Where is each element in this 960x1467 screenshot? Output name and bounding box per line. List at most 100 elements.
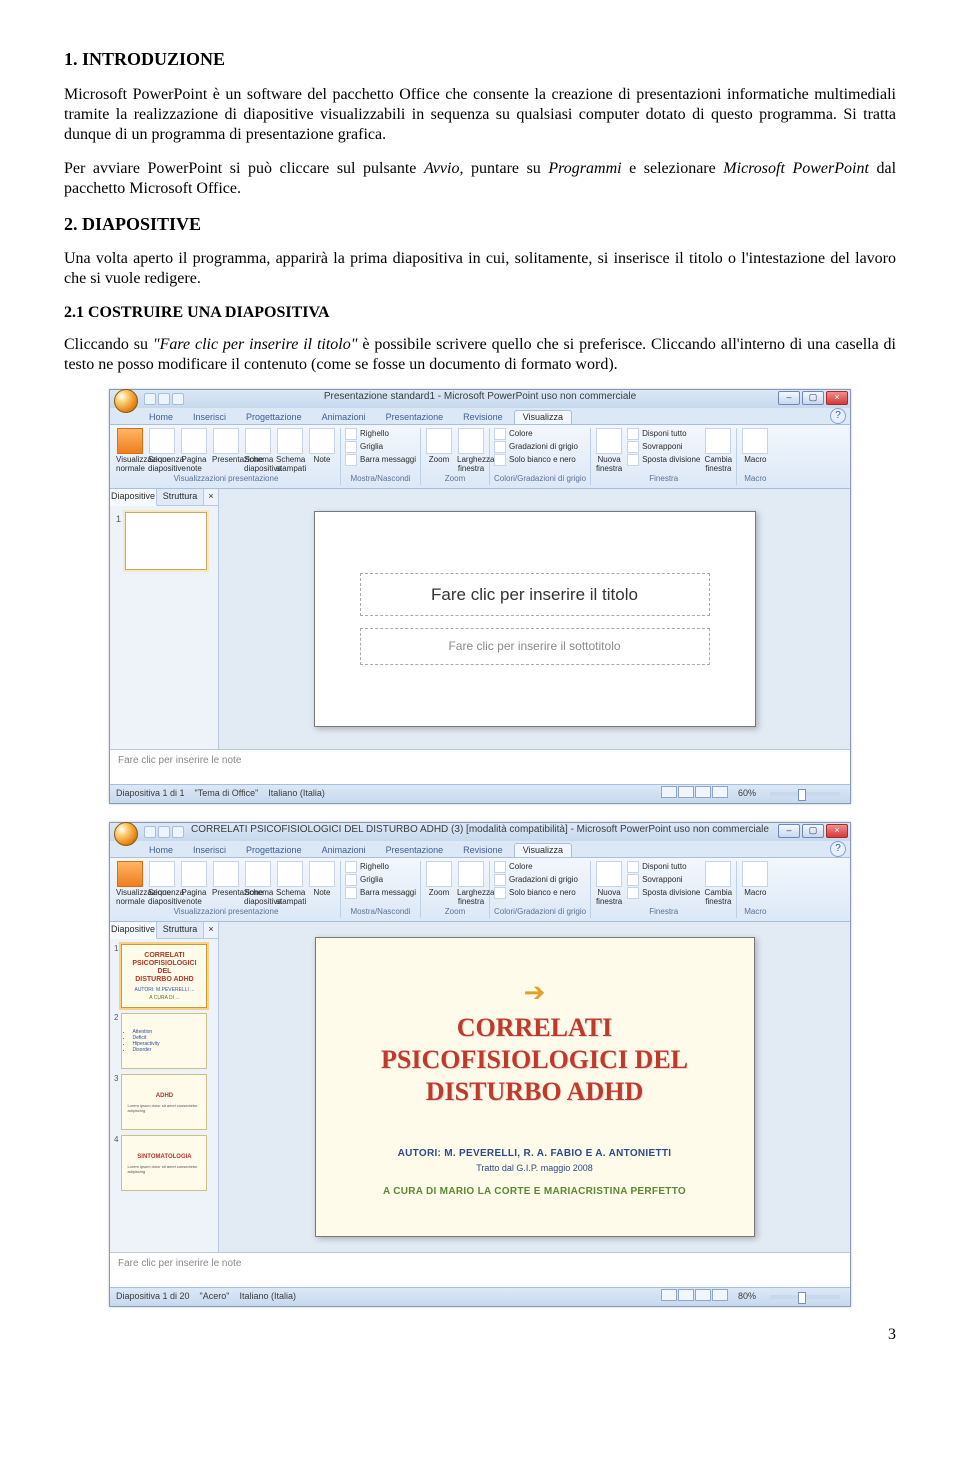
ribbon-tab-animazioni[interactable]: Animazioni (313, 410, 375, 424)
ribbon-tab-home[interactable]: Home (140, 843, 182, 857)
schema-1[interactable]: Schema stampati (276, 428, 304, 473)
color-Gradazioni di grigio[interactable]: Gradazioni di grigio (494, 441, 578, 453)
win-Sposta divisione[interactable]: Sposta divisione (627, 887, 700, 899)
schema-0[interactable]: Schema diapositiva (244, 428, 272, 473)
color-Gradazioni di grigio[interactable]: Gradazioni di grigio (494, 874, 578, 886)
color-Solo bianco e nero[interactable]: Solo bianco e nero (494, 887, 578, 899)
color-Colore[interactable]: Colore (494, 861, 578, 873)
view-0[interactable]: Visualizzazione normale (116, 861, 144, 906)
ribbon-tab-home[interactable]: Home (140, 410, 182, 424)
help-icon[interactable]: ? (830, 841, 846, 857)
qat-redo-icon[interactable] (172, 393, 184, 405)
side-tab-struttura[interactable]: Struttura (157, 489, 204, 505)
office-button[interactable] (114, 389, 138, 413)
schema-2[interactable]: Note (308, 428, 336, 464)
slide-thumbnail[interactable]: 1 (116, 512, 212, 570)
schema-2[interactable]: Note (308, 861, 336, 897)
macro-button[interactable]: Macro (741, 428, 769, 464)
side-tab-diapositive[interactable]: Diapositive (110, 922, 157, 939)
view-2[interactable]: Pagina note (180, 861, 208, 906)
close-button[interactable]: × (826, 391, 848, 405)
p2-programmi: Programmi (548, 160, 621, 177)
status-slide-count: Diapositiva 1 di 20 (116, 1291, 190, 1302)
ribbon-tab-animazioni[interactable]: Animazioni (313, 843, 375, 857)
toggle-Griglia[interactable]: Griglia (345, 874, 416, 886)
ribbon-tab-revisione[interactable]: Revisione (454, 843, 512, 857)
win-Disponi tutto[interactable]: Disponi tutto (627, 428, 700, 440)
notes-pane[interactable]: Fare clic per inserire le note (110, 749, 850, 784)
zoom-1[interactable]: Larghezza finestra (457, 861, 485, 906)
side-panel-close[interactable]: × (204, 489, 218, 505)
zoom-0[interactable]: Zoom (425, 861, 453, 897)
win-Disponi tutto[interactable]: Disponi tutto (627, 861, 700, 873)
ribbon-tab-progettazione[interactable]: Progettazione (237, 410, 311, 424)
macro-button[interactable]: Macro (741, 861, 769, 897)
status-theme: "Tema di Office" (195, 788, 259, 799)
subtitle-placeholder[interactable]: Fare clic per inserire il sottotitolo (360, 628, 710, 665)
switch-window[interactable]: Cambia finestra (704, 428, 732, 473)
minimize-button[interactable]: – (778, 391, 800, 405)
ribbon-tab-inserisci[interactable]: Inserisci (184, 843, 235, 857)
view-buttons[interactable] (660, 1289, 728, 1304)
win-Sovrapponi[interactable]: Sovrapponi (627, 874, 700, 886)
title-placeholder[interactable]: Fare clic per inserire il titolo (360, 573, 710, 616)
view-1[interactable]: Sequenza diapositive (148, 861, 176, 906)
office-button[interactable] (114, 822, 138, 846)
ribbon-tab-presentazione[interactable]: Presentazione (377, 410, 453, 424)
color-Colore[interactable]: Colore (494, 428, 578, 440)
slide-thumbnail[interactable]: 4SINTOMATOLOGIALorem ipsum dolor sit ame… (114, 1135, 214, 1191)
notes-pane[interactable]: Fare clic per inserire le note (110, 1252, 850, 1287)
view-2[interactable]: Pagina note (180, 428, 208, 473)
zoom-0[interactable]: Zoom (425, 428, 453, 464)
help-icon[interactable]: ? (830, 408, 846, 424)
slide-canvas[interactable]: ➔ CORRELATI PSICOFISIOLOGICI DEL DISTURB… (219, 922, 850, 1252)
toggle-Righello[interactable]: Righello (345, 861, 416, 873)
slide-title: CORRELATI PSICOFISIOLOGICI DEL DISTURBO … (381, 1012, 688, 1108)
minimize-button[interactable]: – (778, 824, 800, 838)
ribbon-tab-revisione[interactable]: Revisione (454, 410, 512, 424)
side-tab-diapositive[interactable]: Diapositive (110, 489, 157, 506)
view-3[interactable]: Presentazione (212, 428, 240, 464)
schema-0[interactable]: Schema diapositiva (244, 861, 272, 906)
slide-thumbnail[interactable]: 3ADHDLorem ipsum dolor sit amet consecte… (114, 1074, 214, 1130)
view-0[interactable]: Visualizzazione normale (116, 428, 144, 473)
side-tab-struttura[interactable]: Struttura (157, 922, 204, 938)
new-window[interactable]: Nuova finestra (595, 861, 623, 906)
side-panel-close[interactable]: × (204, 922, 218, 938)
new-window[interactable]: Nuova finestra (595, 428, 623, 473)
thumb-preview: AttentionDeficitHiperactivityDisorder (121, 1013, 207, 1069)
ribbon-tab-progettazione[interactable]: Progettazione (237, 843, 311, 857)
ribbon-tab-visualizza[interactable]: Visualizza (514, 410, 572, 424)
toggle-Barra messaggi[interactable]: Barra messaggi (345, 887, 416, 899)
zoom-slider[interactable] (770, 792, 840, 796)
toggle-Griglia[interactable]: Griglia (345, 441, 416, 453)
view-3[interactable]: Presentazione (212, 861, 240, 897)
toggle-Barra messaggi[interactable]: Barra messaggi (345, 454, 416, 466)
color-Solo bianco e nero[interactable]: Solo bianco e nero (494, 454, 578, 466)
qat-redo-icon[interactable] (172, 826, 184, 838)
win-Sposta divisione[interactable]: Sposta divisione (627, 454, 700, 466)
qat-undo-icon[interactable] (158, 826, 170, 838)
ribbon-tab-presentazione[interactable]: Presentazione (377, 843, 453, 857)
ribbon: Visualizzazione normaleSequenza diaposit… (110, 425, 850, 489)
view-1[interactable]: Sequenza diapositive (148, 428, 176, 473)
maximize-button[interactable]: ▢ (802, 824, 824, 838)
ribbon-tab-inserisci[interactable]: Inserisci (184, 410, 235, 424)
slide-canvas[interactable]: Fare clic per inserire il titolo Fare cl… (219, 489, 850, 749)
switch-window[interactable]: Cambia finestra (704, 861, 732, 906)
qat-save-icon[interactable] (144, 393, 156, 405)
zoom-slider[interactable] (770, 1295, 840, 1299)
toggle-Righello[interactable]: Righello (345, 428, 416, 440)
maximize-button[interactable]: ▢ (802, 391, 824, 405)
heading-introduzione: 1. INTRODUZIONE (64, 48, 896, 71)
zoom-1[interactable]: Larghezza finestra (457, 428, 485, 473)
ribbon-tab-visualizza[interactable]: Visualizza (514, 843, 572, 857)
slide-thumbnail[interactable]: 2AttentionDeficitHiperactivityDisorder (114, 1013, 214, 1069)
win-Sovrapponi[interactable]: Sovrapponi (627, 441, 700, 453)
qat-save-icon[interactable] (144, 826, 156, 838)
schema-1[interactable]: Schema stampati (276, 861, 304, 906)
slide-thumbnail[interactable]: 1CORRELATIPSICOFISIOLOGICI DELDISTURBO A… (114, 944, 214, 1008)
close-button[interactable]: × (826, 824, 848, 838)
qat-undo-icon[interactable] (158, 393, 170, 405)
view-buttons[interactable] (660, 786, 728, 801)
